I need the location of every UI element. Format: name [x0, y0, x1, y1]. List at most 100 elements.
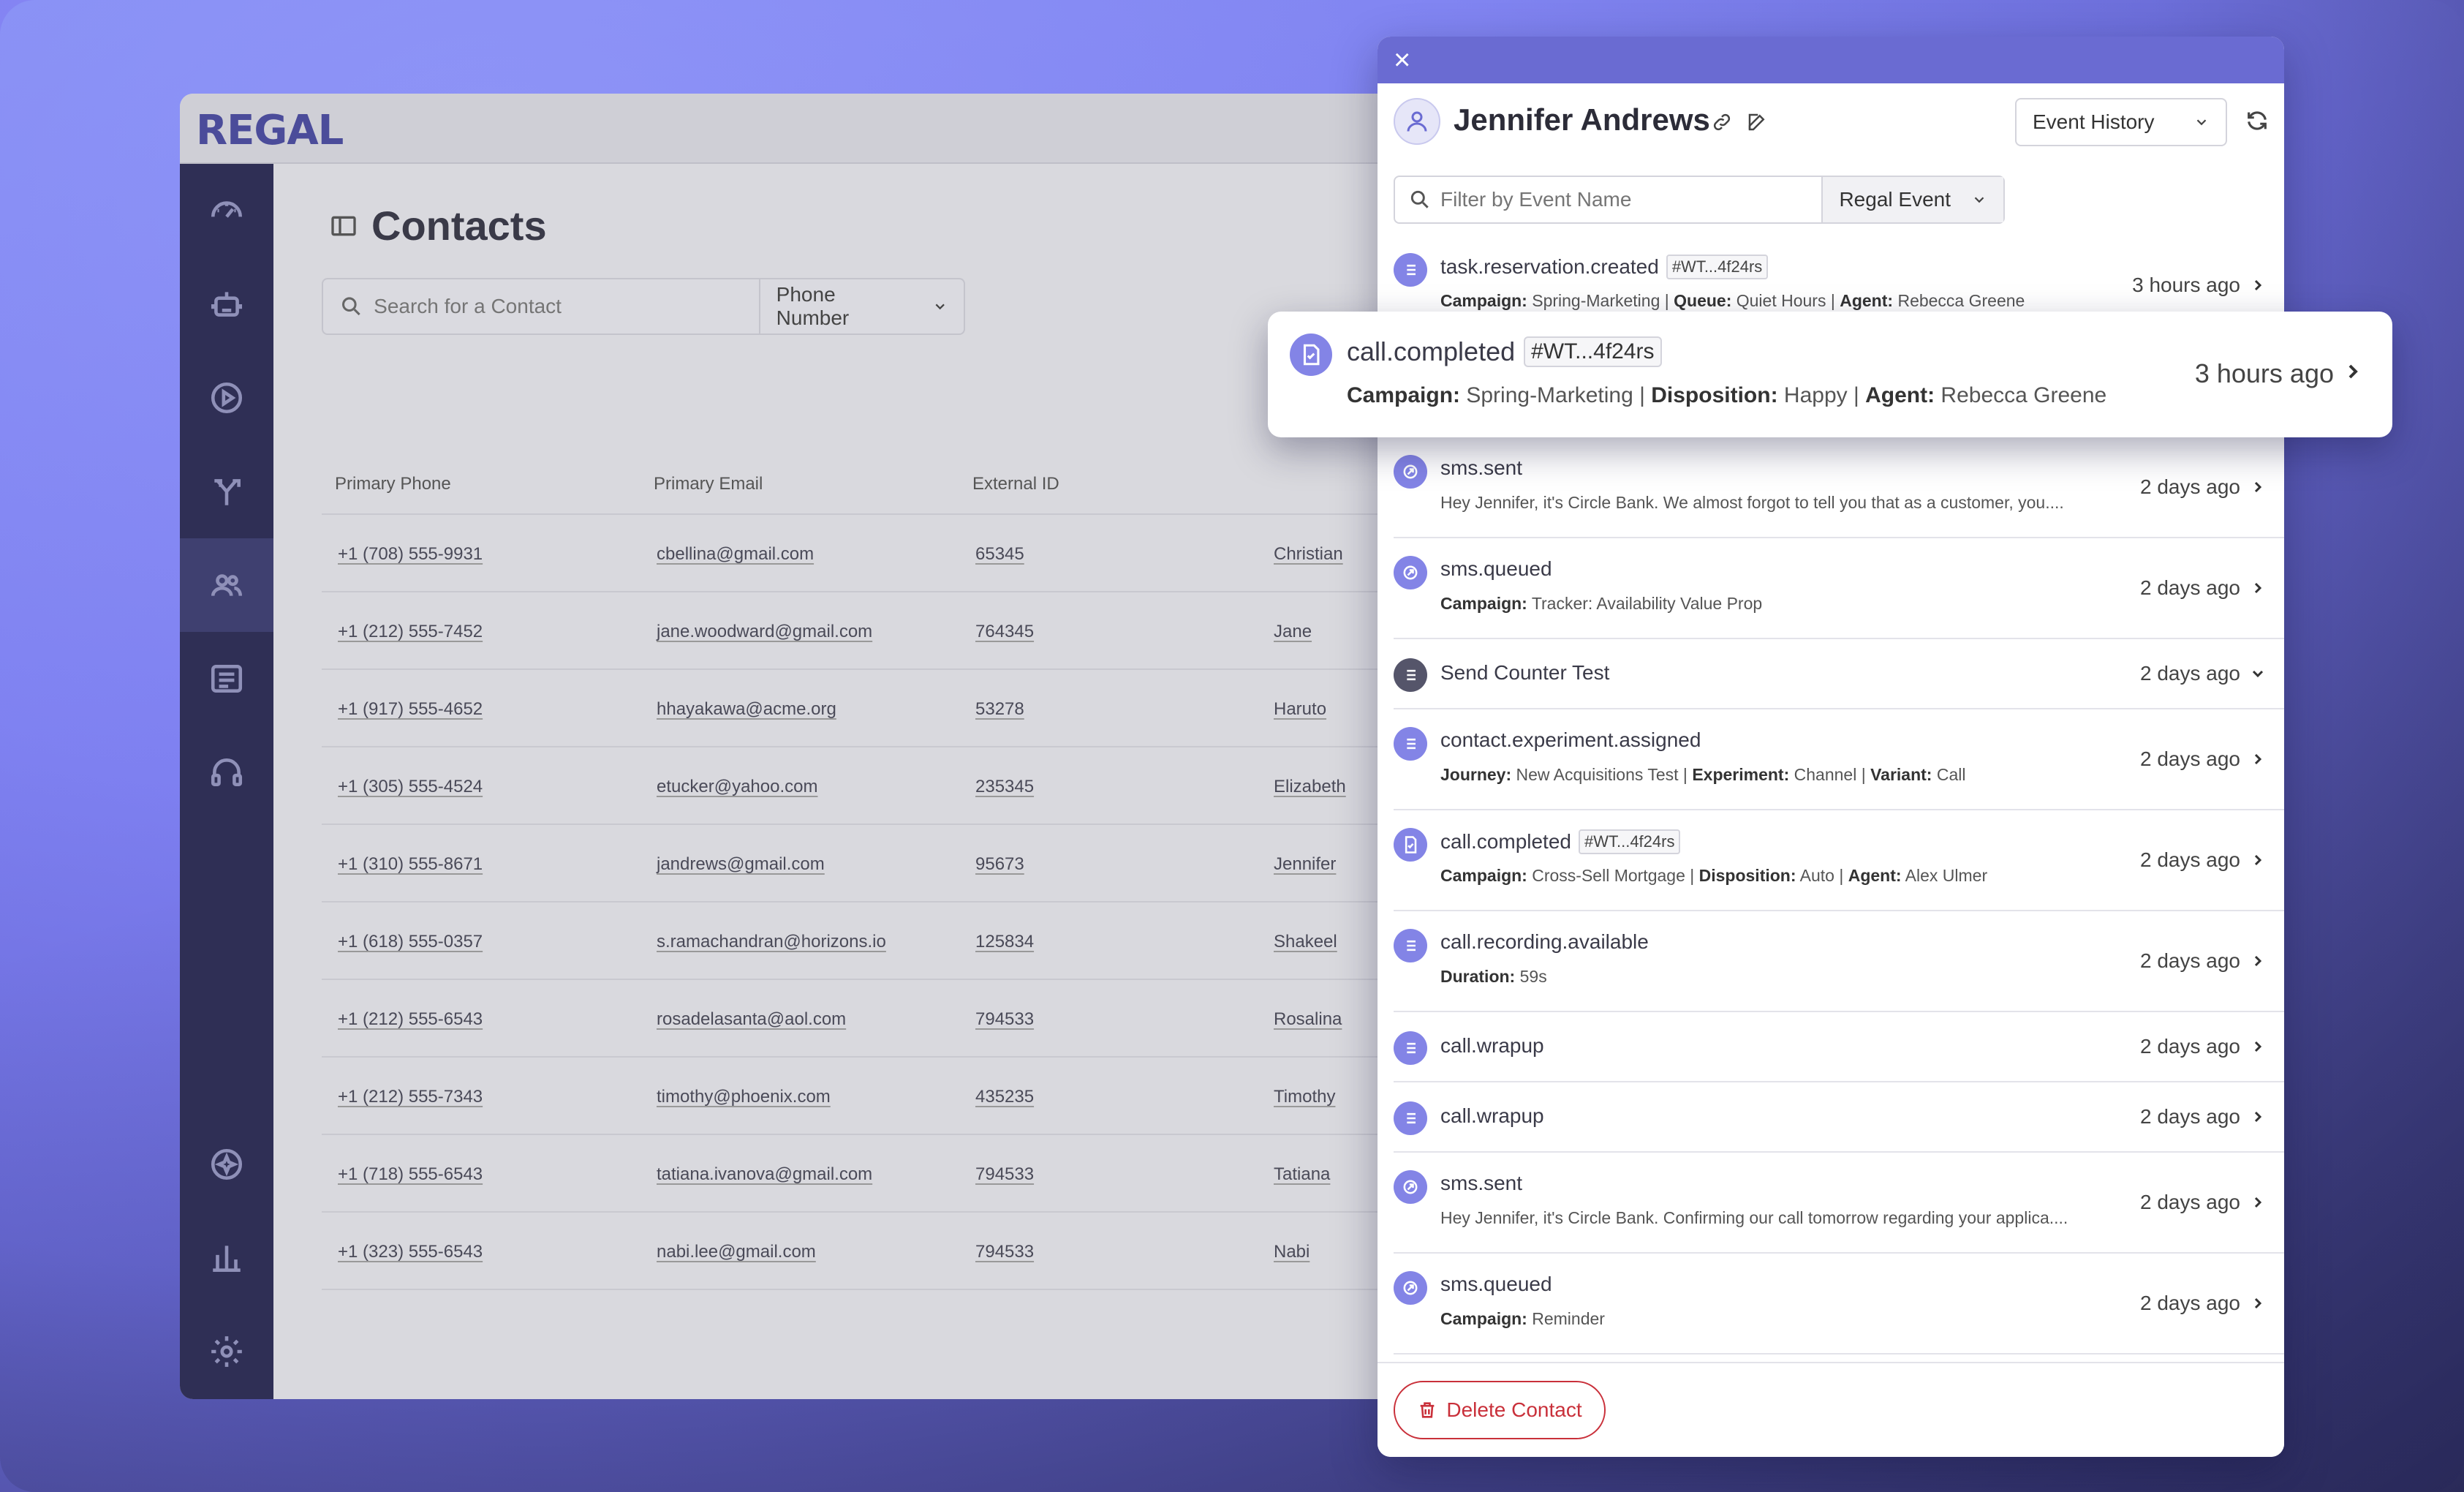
- table-row[interactable]: +1 (212) 555-6543 rosadelasanta@aol.com 79…: [322, 980, 1423, 1058]
- table-cell-email[interactable]: tatiana.ivanova@gmail.com: [657, 1164, 872, 1185]
- event-row[interactable]: contact.experiment.assigned Journey: New …: [1394, 709, 2284, 810]
- event-row[interactable]: sms.queued Campaign: Tracker: Availabilit…: [1394, 538, 2284, 639]
- table-cell-first-name[interactable]: Tatiana: [1274, 1164, 1330, 1185]
- table-cell-email[interactable]: cbellina@gmail.com: [657, 544, 814, 565]
- page-title: Contacts: [371, 203, 547, 249]
- nav-analytics[interactable]: [180, 1211, 273, 1305]
- event-row[interactable]: Send Counter Test 2 days ago: [1394, 639, 2284, 709]
- event-time: 2 days ago: [2140, 1105, 2240, 1128]
- table-cell-email[interactable]: jandrews@gmail.com: [657, 854, 825, 875]
- event-row[interactable]: sms.sent Hey Jennifer, it's Circle Bank. …: [1394, 437, 2284, 538]
- nav-settings[interactable]: [180, 1305, 273, 1398]
- table-cell-email[interactable]: etucker@yahoo.com: [657, 777, 817, 797]
- event-row[interactable]: call.completed #WT...4f24rs Campaign: Cros…: [1394, 810, 2284, 911]
- event-row[interactable]: sms.queued Campaign: Reminder 2 days ago: [1394, 1254, 2284, 1355]
- event-row[interactable]: sms.sent Hey Jennifer, it's Circle Bank. …: [1394, 1153, 2284, 1254]
- table-cell-email[interactable]: jane.woodward@gmail.com: [657, 622, 872, 642]
- table-cell-phone[interactable]: +1 (212) 555-7343: [338, 1087, 483, 1107]
- search-type-select[interactable]: Phone Number: [758, 279, 964, 334]
- chevron-right-icon[interactable]: [2249, 851, 2268, 870]
- table-cell-external-id[interactable]: 235345: [975, 777, 1034, 797]
- table-cell-email[interactable]: timothy@phoenix.com: [657, 1087, 831, 1107]
- nav-reports-list[interactable]: [180, 632, 273, 726]
- chevron-right-icon[interactable]: [2249, 1295, 2268, 1314]
- contact-search-input[interactable]: [374, 295, 759, 318]
- table-cell-email[interactable]: nabi.lee@gmail.com: [657, 1242, 816, 1262]
- nav-journeys[interactable]: [180, 445, 273, 538]
- table-cell-phone[interactable]: +1 (212) 555-6543: [338, 1009, 483, 1030]
- chevron-right-icon[interactable]: [2249, 1108, 2268, 1127]
- view-select[interactable]: Event History: [2015, 98, 2227, 146]
- event-row[interactable]: call.recording.available Duration: 59s 2 d…: [1394, 911, 2284, 1012]
- chevron-right-icon[interactable]: [2249, 579, 2268, 598]
- table-cell-email[interactable]: rosadelasanta@aol.com: [657, 1009, 846, 1030]
- table-cell-phone[interactable]: +1 (212) 555-7452: [338, 622, 483, 642]
- table-cell-external-id[interactable]: 435235: [975, 1087, 1034, 1107]
- nav-agent[interactable]: [180, 726, 273, 819]
- highlighted-event-card[interactable]: call.completed #WT...4f24rs Campaign: Sp…: [1268, 312, 2392, 437]
- refresh-button[interactable]: [2245, 108, 2271, 135]
- edit-contact-button[interactable]: [1746, 111, 1769, 135]
- table-cell-first-name[interactable]: Jane: [1274, 622, 1312, 642]
- table-cell-first-name[interactable]: Rosalina: [1274, 1009, 1342, 1030]
- table-row[interactable]: +1 (323) 555-6543 nabi.lee@gmail.com 79453…: [322, 1213, 1423, 1290]
- table-cell-phone[interactable]: +1 (718) 555-6543: [338, 1164, 483, 1185]
- table-row[interactable]: +1 (212) 555-7343 timothy@phoenix.com 4352…: [322, 1058, 1423, 1135]
- sidebar-toggle-icon[interactable]: [329, 211, 358, 241]
- chevron-right-icon[interactable]: [2249, 1194, 2268, 1213]
- table-row[interactable]: +1 (310) 555-8671 jandrews@gmail.com 95673…: [322, 825, 1423, 903]
- table-cell-phone[interactable]: +1 (917) 555-4652: [338, 699, 483, 720]
- table-cell-external-id[interactable]: 794533: [975, 1242, 1034, 1262]
- event-row[interactable]: call.wrapup 2 days ago: [1394, 1082, 2284, 1153]
- table-cell-first-name[interactable]: Jennifer: [1274, 854, 1336, 875]
- nav-ai[interactable]: [180, 1118, 273, 1211]
- chevron-right-icon[interactable]: [2249, 1038, 2268, 1057]
- table-row[interactable]: +1 (618) 555-0357 s.ramachandran@horizons…: [322, 903, 1423, 980]
- table-cell-first-name[interactable]: Shakeel: [1274, 932, 1337, 952]
- event-type-select[interactable]: Regal Event: [1821, 177, 2003, 222]
- list-icon: [1394, 658, 1427, 692]
- list-icon: [1394, 253, 1427, 287]
- table-cell-phone[interactable]: +1 (708) 555-9931: [338, 544, 483, 565]
- table-cell-external-id[interactable]: 125834: [975, 932, 1034, 952]
- event-row[interactable]: call.wrapup 2 days ago: [1394, 1012, 2284, 1082]
- table-cell-phone[interactable]: +1 (305) 555-4524: [338, 777, 483, 797]
- table-row[interactable]: +1 (917) 555-4652 hhayakawa@acme.org 53278…: [322, 670, 1423, 747]
- delete-contact-button[interactable]: Delete Contact: [1394, 1381, 1606, 1439]
- copy-link-button[interactable]: [1711, 111, 1734, 135]
- document-check-icon: [1394, 828, 1427, 862]
- table-row[interactable]: +1 (212) 555-7452 jane.woodward@gmail.com…: [322, 592, 1423, 670]
- chevron-right-icon[interactable]: [2249, 276, 2268, 295]
- table-cell-external-id[interactable]: 53278: [975, 699, 1024, 720]
- event-filter-input[interactable]: [1440, 188, 1806, 211]
- table-cell-first-name[interactable]: Timothy: [1274, 1087, 1335, 1107]
- table-cell-phone[interactable]: +1 (310) 555-8671: [338, 854, 483, 875]
- table-cell-external-id[interactable]: 794533: [975, 1009, 1034, 1030]
- table-cell-first-name[interactable]: Elizabeth: [1274, 777, 1346, 797]
- table-cell-phone[interactable]: +1 (618) 555-0357: [338, 932, 483, 952]
- nav-contacts[interactable]: [180, 538, 273, 632]
- table-cell-external-id[interactable]: 794533: [975, 1164, 1034, 1185]
- table-cell-external-id[interactable]: 95673: [975, 854, 1024, 875]
- nav-dashboard[interactable]: [180, 164, 273, 257]
- chevron-right-icon[interactable]: [2249, 952, 2268, 971]
- table-row[interactable]: +1 (718) 555-6543 tatiana.ivanova@gmail.c…: [322, 1135, 1423, 1213]
- table-cell-phone[interactable]: +1 (323) 555-6543: [338, 1242, 483, 1262]
- event-time: 2 days ago: [2140, 848, 2240, 871]
- chevron-down-icon[interactable]: [2249, 665, 2268, 684]
- chevron-right-icon[interactable]: [2249, 750, 2268, 769]
- nav-campaigns[interactable]: [180, 351, 273, 445]
- table-cell-email[interactable]: s.ramachandran@horizons.io: [657, 932, 886, 952]
- table-cell-email[interactable]: hhayakawa@acme.org: [657, 699, 836, 720]
- close-drawer-button[interactable]: ×: [1394, 44, 1410, 76]
- table-row[interactable]: +1 (305) 555-4524 etucker@yahoo.com 235345…: [322, 747, 1423, 825]
- nav-bots[interactable]: [180, 257, 273, 351]
- contact-search-bar: Phone Number: [322, 278, 965, 335]
- table-cell-first-name[interactable]: Christian: [1274, 544, 1343, 565]
- table-row[interactable]: +1 (708) 555-9931 cbellina@gmail.com 65345…: [322, 515, 1423, 592]
- chevron-right-icon[interactable]: [2249, 478, 2268, 497]
- table-cell-first-name[interactable]: Nabi: [1274, 1242, 1310, 1262]
- table-cell-external-id[interactable]: 764345: [975, 622, 1034, 642]
- table-cell-external-id[interactable]: 65345: [975, 544, 1024, 565]
- table-cell-first-name[interactable]: Haruto: [1274, 699, 1326, 720]
